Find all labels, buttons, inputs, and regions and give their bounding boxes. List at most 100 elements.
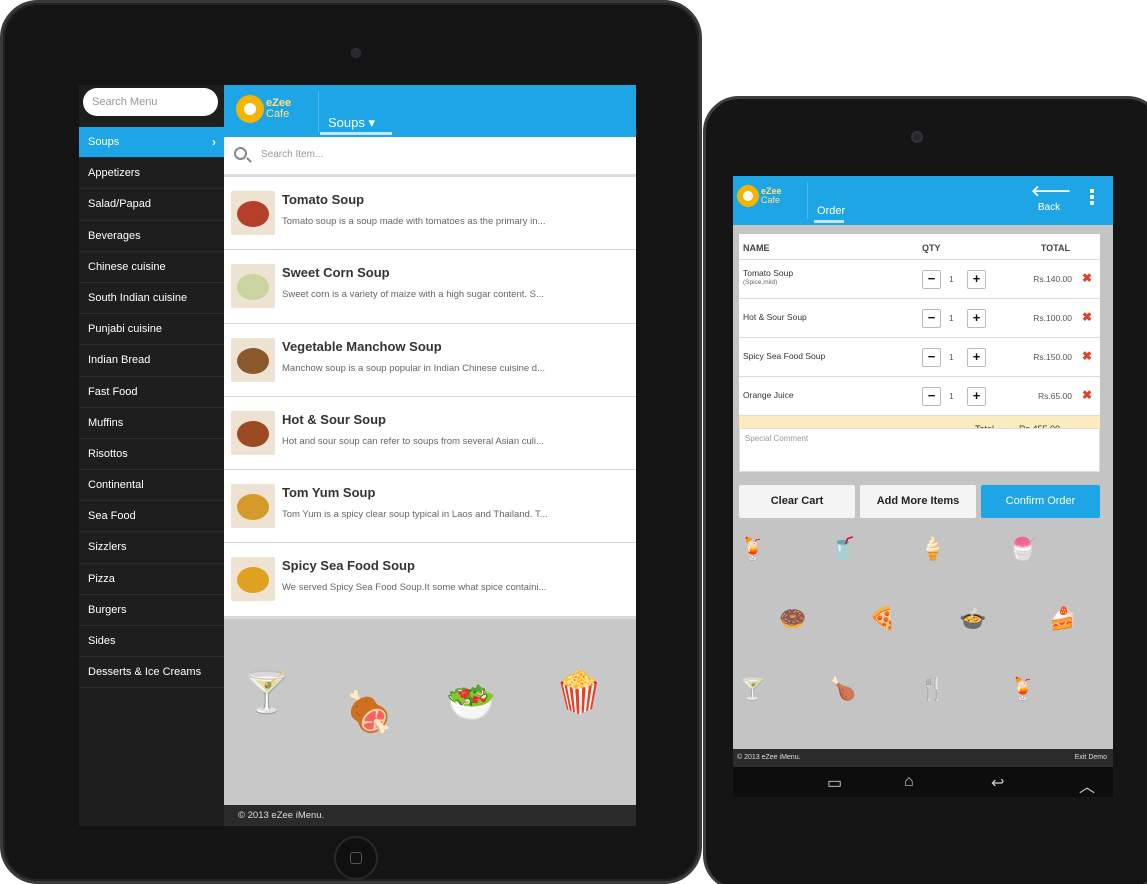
tab-order[interactable]: Order: [817, 205, 845, 217]
order-item-name: Hot & Sour Soup: [743, 312, 807, 322]
sidebar-item-label: Indian Bread: [88, 354, 151, 367]
qty-value: 1: [949, 391, 954, 401]
order-item-price: Rs.150.00: [1033, 352, 1072, 362]
order-screen: eZee Cafe Order 🡐 Back NAME QTY TOTAL Tom…: [733, 176, 1113, 797]
search-menu-input[interactable]: Search Menu: [83, 88, 218, 116]
sidebar-item-soups[interactable]: Soups ›: [79, 127, 224, 159]
sidebar-item-label: Punjabi cuisine: [88, 323, 162, 336]
menu-item[interactable]: Hot & Sour Soup Hot and sour soup can ref…: [224, 396, 636, 471]
col-total: TOTAL: [1040, 243, 1070, 253]
add-more-items-button[interactable]: Add More Items: [860, 485, 976, 518]
camera-icon: [351, 48, 361, 58]
sidebar-item-label: Soups: [88, 136, 120, 148]
order-row: Hot & Sour Soup −1 + Rs.100.00 ✖: [739, 299, 1100, 338]
item-search-placeholder: Search Item...: [261, 149, 324, 160]
clear-cart-button[interactable]: Clear Cart: [739, 485, 855, 518]
sidebar-item-indian-bread[interactable]: Indian Bread: [79, 345, 224, 377]
item-search-bar[interactable]: Search Item...: [224, 137, 636, 175]
sidebar-item-label: Appetizers: [88, 167, 140, 180]
order-item-name: Orange Juice: [743, 390, 794, 400]
menu-item-description: We served Spicy Sea Food Soup.It some wh…: [282, 582, 547, 594]
exit-demo-link[interactable]: Exit Demo: [1075, 749, 1107, 767]
decrease-qty-button[interactable]: −: [922, 387, 941, 406]
sidebar-item-label: Chinese cuisine: [88, 260, 166, 273]
sidebar-item-beverages[interactable]: Beverages: [79, 221, 224, 252]
menu-panel: eZee Cafe Soups ▾ Search Item... Tomato S…: [224, 85, 636, 826]
sidebar-item-continental[interactable]: Continental: [79, 470, 224, 502]
col-qty: QTY: [922, 243, 941, 253]
sidebar-item-sizzlers[interactable]: Sizzlers: [79, 532, 224, 564]
sidebar-item-desserts-ice-creams[interactable]: Desserts & Ice Creams: [79, 657, 224, 689]
sidebar-item-muffins[interactable]: Muffins: [79, 408, 224, 439]
qty-value: 1: [949, 313, 954, 323]
confirm-order-button[interactable]: Confirm Order: [981, 485, 1100, 518]
decrease-qty-button[interactable]: −: [922, 270, 941, 289]
food-thumbnail: [231, 557, 275, 602]
back-arrow-icon: 🡐: [1031, 183, 1072, 200]
menu-item-description: Tom Yum is a spicy clear soup typical in…: [282, 509, 548, 521]
sidebar-item-label: Muffins: [88, 416, 124, 429]
sidebar-item-burgers[interactable]: Burgers: [79, 595, 224, 626]
order-row: Tomato Soup (Spice,mild) −1 + Rs.140.00 ✖: [739, 260, 1100, 299]
search-icon: [234, 147, 247, 160]
sidebar-item-punjabi-cuisine[interactable]: Punjabi cuisine: [79, 314, 224, 346]
category-list: Soups › Appetizers Salad/Papad Beverages Chin…: [79, 127, 224, 689]
food-thumbnail: [231, 264, 275, 309]
sidebar-item-chinese-cuisine[interactable]: Chinese cuisine: [79, 252, 224, 283]
category-dropdown[interactable]: Soups ▾: [328, 115, 375, 131]
increase-qty-button[interactable]: +: [967, 309, 986, 328]
back-button[interactable]: 🡐 Back: [1031, 183, 1072, 213]
order-item-options: (Spice,mild): [743, 279, 778, 286]
remove-item-icon[interactable]: ✖: [1082, 271, 1092, 285]
order-row: Orange Juice −1 + Rs.65.00 ✖: [739, 377, 1100, 416]
sidebar-item-south-indian-cuisine[interactable]: South Indian cuisine: [79, 283, 224, 315]
menu-item-description: Sweet corn is a variety of maize with a …: [282, 289, 544, 301]
remove-item-icon[interactable]: ✖: [1082, 349, 1092, 363]
chevron-up-icon[interactable]: ︿: [1079, 773, 1095, 797]
sidebar-item-sides[interactable]: Sides: [79, 626, 224, 658]
increase-qty-button[interactable]: +: [967, 270, 986, 289]
sidebar-item-label: Continental: [88, 479, 144, 492]
ipad-screen: Search Menu Soups › Appetizers Salad/Papad B…: [79, 85, 636, 826]
background-pattern: 🍸 🍖 🥗 🍿: [224, 619, 636, 805]
special-comment-field[interactable]: Special Comment: [739, 428, 1100, 472]
order-item-name: Spicy Sea Food Soup: [743, 351, 826, 361]
sidebar-item-risottos[interactable]: Risottos: [79, 439, 224, 471]
remove-item-icon[interactable]: ✖: [1082, 388, 1092, 402]
increase-qty-button[interactable]: +: [967, 348, 986, 367]
ezee-cafe-logo: eZee Cafe: [737, 185, 782, 207]
overflow-menu-icon[interactable]: [1090, 189, 1095, 207]
order-actions: Clear Cart Add More Items Confirm Order: [739, 485, 1100, 518]
sidebar-item-appetizers[interactable]: Appetizers: [79, 158, 224, 190]
sidebar-item-sea-food[interactable]: Sea Food: [79, 501, 224, 533]
sidebar-item-label: Sides: [88, 635, 116, 647]
ipad-device: Search Menu Soups › Appetizers Salad/Papad B…: [0, 0, 702, 884]
menu-item[interactable]: Tomato Soup Tomato soup is a soup made wi…: [224, 177, 636, 251]
home-icon[interactable]: ⌂: [904, 773, 914, 791]
category-sidebar: Search Menu Soups › Appetizers Salad/Papad B…: [79, 85, 224, 826]
decrease-qty-button[interactable]: −: [922, 348, 941, 367]
remove-item-icon[interactable]: ✖: [1082, 310, 1092, 324]
increase-qty-button[interactable]: +: [967, 387, 986, 406]
android-tablet-device: eZee Cafe Order 🡐 Back NAME QTY TOTAL Tom…: [703, 96, 1147, 884]
menu-item[interactable]: Sweet Corn Soup Sweet corn is a variety o…: [224, 250, 636, 324]
home-button[interactable]: [334, 836, 378, 880]
menu-item[interactable]: Tom Yum Soup Tom Yum is a spicy clear sou…: [224, 470, 636, 544]
back-icon[interactable]: ↩: [991, 773, 1004, 793]
menu-item-description: Tomato soup is a soup made with tomatoes…: [282, 216, 546, 227]
order-table-header: NAME QTY TOTAL: [739, 234, 1100, 260]
logo-text-line2: Cafe: [266, 108, 290, 120]
app-header: eZee Cafe Soups ▾: [224, 85, 636, 137]
sidebar-item-pizza[interactable]: Pizza: [79, 564, 224, 595]
menu-item[interactable]: Vegetable Manchow Soup Manchow soup is a …: [224, 323, 636, 397]
menu-item-list: Tomato Soup Tomato soup is a soup made wi…: [224, 177, 636, 617]
sidebar-item-fast-food[interactable]: Fast Food: [79, 377, 224, 408]
recent-apps-icon[interactable]: ▭: [827, 773, 842, 793]
menu-item[interactable]: Spicy Sea Food Soup We served Spicy Sea F…: [224, 543, 636, 617]
sidebar-item-label: Sizzlers: [88, 541, 127, 554]
footer-copyright: © 2013 eZee iMenu.: [737, 754, 801, 761]
decrease-qty-button[interactable]: −: [922, 309, 941, 328]
sidebar-item-salad-papad[interactable]: Salad/Papad: [79, 189, 224, 221]
menu-item-name: Spicy Sea Food Soup: [282, 558, 415, 574]
sidebar-item-label: Salad/Papad: [88, 198, 151, 211]
